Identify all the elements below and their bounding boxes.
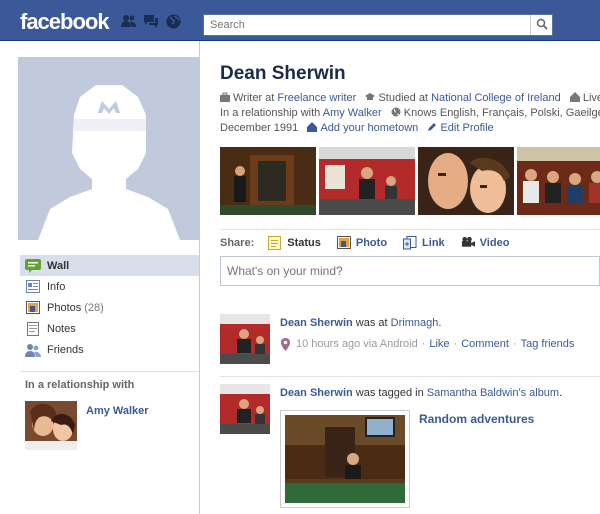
study-prefix: Studied at: [378, 92, 428, 104]
story-actor-link[interactable]: Dean Sherwin: [280, 317, 353, 329]
relationship-name-link[interactable]: Amy Walker: [86, 405, 149, 417]
photos-count: (28): [84, 301, 104, 314]
status-input[interactable]: [221, 257, 599, 285]
nav-label: Photos: [47, 301, 82, 314]
info-icon: [25, 279, 41, 295]
status-composer: [220, 256, 600, 286]
photo-thumbnail[interactable]: [418, 147, 514, 215]
photo-thumbnail[interactable]: [220, 147, 316, 215]
nav-label: Notes: [47, 322, 76, 335]
study-link[interactable]: National College of Ireland: [431, 92, 561, 104]
main-content: Dean Sherwin Writer at Freelance writer …: [220, 41, 600, 514]
status-icon: [268, 235, 282, 250]
search-button[interactable]: [530, 15, 552, 35]
pencil-icon: [428, 123, 437, 131]
work-prefix: Writer at: [233, 92, 275, 104]
share-photo-tab[interactable]: Photo: [336, 235, 388, 250]
album-photo[interactable]: [280, 410, 410, 508]
nav-label: Wall: [47, 259, 70, 272]
nav-photos[interactable]: Photos (28): [20, 297, 199, 318]
link-icon: [403, 235, 417, 250]
nav-friends[interactable]: Friends: [20, 339, 199, 360]
nav-label: Friends: [47, 343, 84, 356]
story-meta: 10 hours ago via Android · Like · Commen…: [280, 337, 600, 352]
album-title-link[interactable]: Random adventures: [419, 412, 534, 426]
profile-info: Writer at Freelance writer Studied at Na…: [220, 91, 600, 136]
graduation-cap-icon: [365, 93, 376, 100]
lives-prefix: Live: [582, 92, 600, 104]
relationship-avatar[interactable]: [25, 401, 77, 450]
top-bar: facebook: [0, 0, 600, 41]
search-box: [203, 14, 553, 36]
story-actor-thumbnail[interactable]: [220, 314, 270, 364]
search-input[interactable]: [204, 15, 529, 35]
profile-nav: Wall Info Photos (28) Notes Friends: [20, 255, 199, 360]
friend-requests-icon[interactable]: [121, 13, 137, 29]
left-column: Wall Info Photos (28) Notes Friends In a…: [0, 41, 200, 514]
story-text: was at: [352, 317, 391, 329]
video-camera-icon: [461, 236, 475, 250]
relationship-prefix: In a relationship with: [220, 107, 321, 119]
share-link-tab[interactable]: Link: [403, 235, 445, 250]
photo-thumbnail[interactable]: [517, 147, 600, 215]
house-icon: [307, 122, 318, 132]
share-item-label: Video: [479, 236, 510, 249]
nav-wall[interactable]: Wall: [20, 255, 199, 276]
notification-icons: [121, 13, 181, 29]
share-status-tab[interactable]: Status: [268, 235, 321, 250]
nav-notes[interactable]: Notes: [20, 318, 199, 339]
photos-icon: [25, 300, 41, 316]
story-place-link[interactable]: Drimnagh: [391, 317, 439, 329]
sidebar-divider: [20, 371, 199, 372]
share-item-label: Photo: [355, 236, 388, 249]
messages-icon[interactable]: [143, 13, 159, 29]
profile-name: Dean Sherwin: [220, 63, 346, 84]
wall-icon: [25, 258, 41, 274]
notes-icon: [25, 321, 41, 337]
feed-divider: [220, 376, 600, 377]
relationship-heading: In a relationship with: [25, 379, 135, 391]
share-item-label: Status: [287, 236, 321, 249]
tag-friends-link[interactable]: Tag friends: [521, 337, 575, 352]
share-video-tab[interactable]: Video: [461, 236, 510, 250]
briefcase-icon: [220, 92, 230, 102]
photo-icon: [336, 235, 351, 250]
share-bar: Share: Status Photo Link Video: [220, 229, 600, 251]
globe-icon: [391, 107, 401, 117]
work-link[interactable]: Freelance writer: [277, 92, 356, 104]
edit-profile-link[interactable]: Edit Profile: [440, 122, 493, 134]
add-hometown-link[interactable]: Add your hometown: [320, 122, 418, 134]
search-icon: [536, 18, 548, 33]
relationship-link[interactable]: Amy Walker: [323, 107, 382, 119]
story-suffix: .: [438, 317, 442, 329]
story-actor-link[interactable]: Dean Sherwin: [280, 387, 353, 399]
story-body: Dean Sherwin was tagged in Samantha Bald…: [280, 386, 600, 401]
share-label: Share:: [220, 236, 255, 249]
story-text: was tagged in: [352, 387, 427, 399]
photo-thumbnail[interactable]: [319, 147, 415, 215]
friends-icon: [25, 342, 41, 358]
story-suffix: .: [559, 387, 563, 399]
facebook-logo[interactable]: facebook: [20, 9, 110, 35]
like-link[interactable]: Like: [429, 337, 449, 352]
location-pin-icon: [281, 338, 290, 351]
story-timestamp: 10 hours ago via Android: [296, 338, 418, 350]
photo-strip: [220, 147, 600, 215]
languages-text: Knows English, Français, Polski, Gaeilge: [403, 107, 600, 119]
share-item-label: Link: [422, 236, 445, 249]
comment-link[interactable]: Comment: [461, 337, 509, 352]
house-icon: [569, 92, 580, 102]
notifications-globe-icon[interactable]: [165, 13, 181, 29]
profile-picture[interactable]: [18, 57, 200, 240]
album-owner-link[interactable]: Samantha Baldwin's album: [427, 387, 559, 399]
birthday-text: December 1991: [220, 122, 299, 134]
nav-info[interactable]: Info: [20, 276, 199, 297]
story-body: Dean Sherwin was at Drimnagh. 10 hours a…: [280, 316, 600, 352]
story-actor-thumbnail[interactable]: [220, 384, 270, 434]
nav-label: Info: [47, 280, 66, 293]
